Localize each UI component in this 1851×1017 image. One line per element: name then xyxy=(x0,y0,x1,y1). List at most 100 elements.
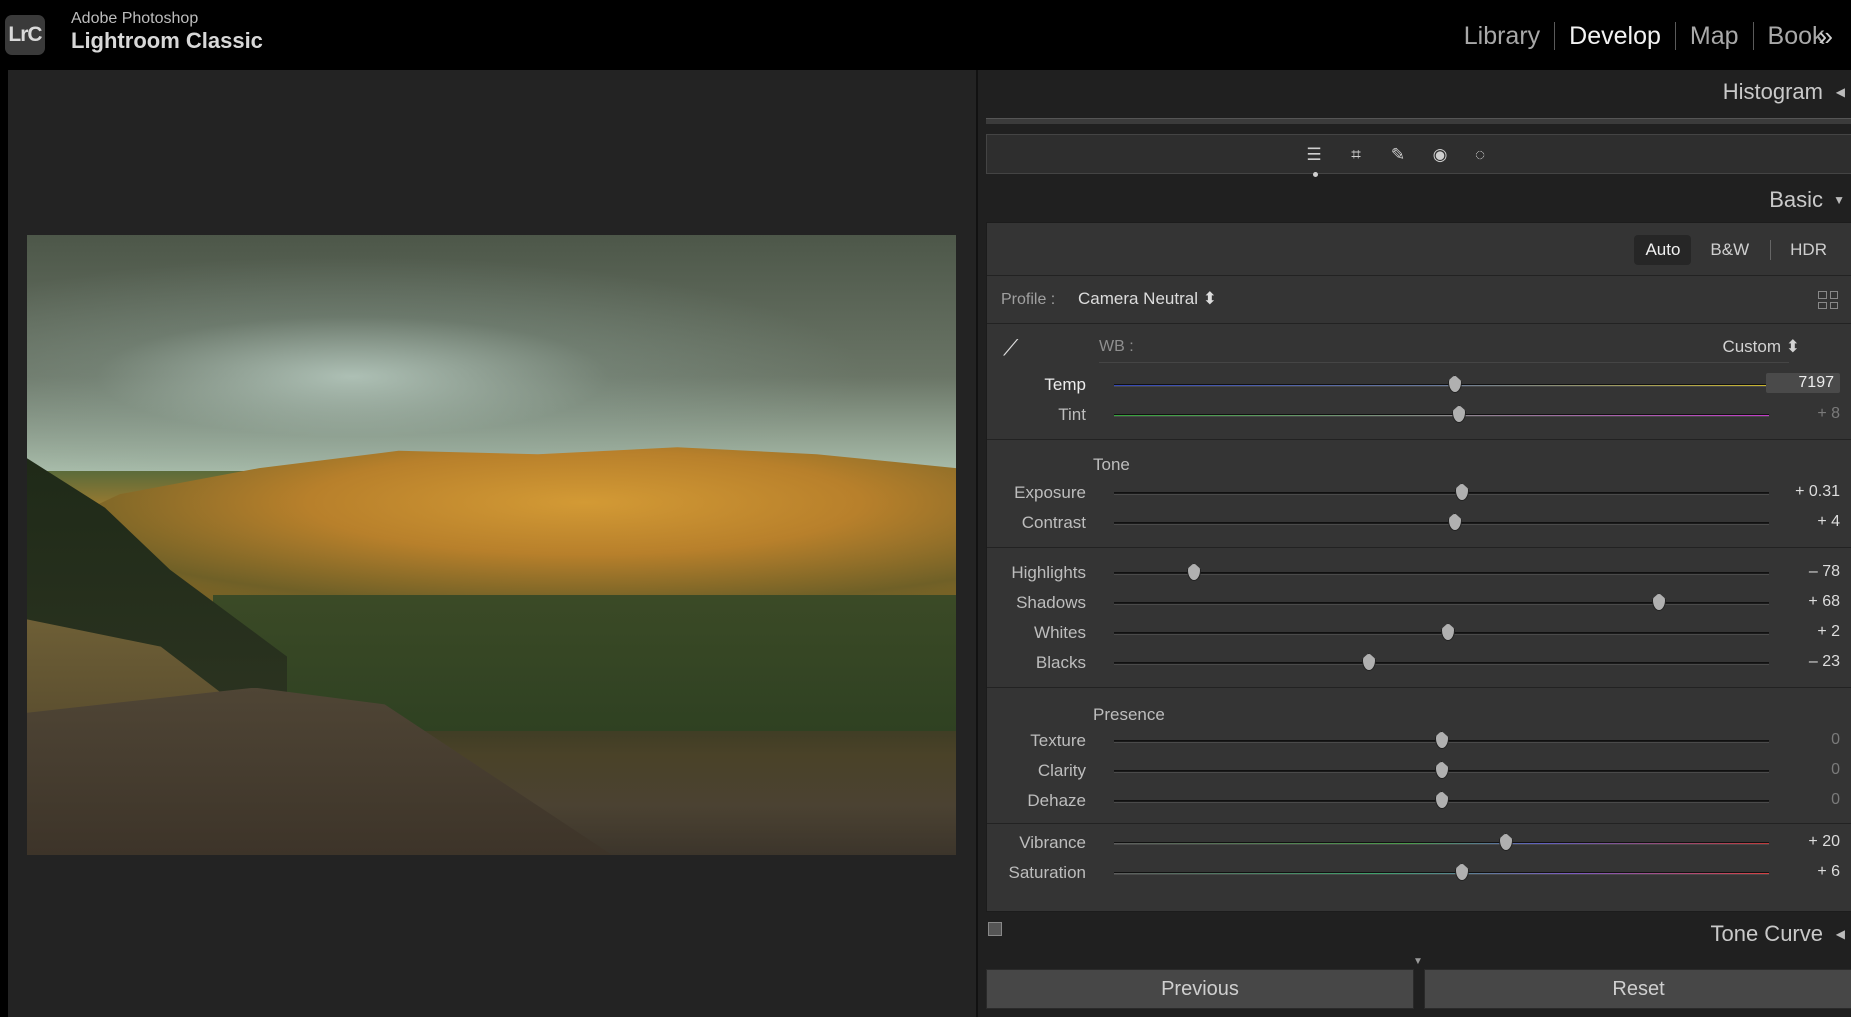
slider-label: Dehaze xyxy=(1027,791,1086,810)
slider-thumb[interactable] xyxy=(1434,761,1449,779)
module-develop[interactable]: Develop xyxy=(1555,22,1675,51)
slider-thumb[interactable] xyxy=(1186,563,1201,581)
dehaze-slider[interactable]: Dehaze 0 xyxy=(987,787,1851,815)
slider-label: Texture xyxy=(1030,731,1086,750)
slider-track[interactable] xyxy=(1114,414,1769,417)
eyedropper-icon[interactable]: ⟋ xyxy=(1003,335,1035,367)
redeye-icon[interactable]: ◉ xyxy=(1426,141,1454,169)
slider-value[interactable]: 0 xyxy=(1831,731,1840,749)
masking-icon[interactable]: ◌ xyxy=(1466,141,1494,169)
slider-thumb[interactable] xyxy=(1441,623,1456,641)
slider-value[interactable]: + 8 xyxy=(1817,405,1840,423)
tone-curve-header[interactable]: Tone Curve ◀ xyxy=(986,913,1851,955)
slider-track[interactable] xyxy=(1114,872,1769,875)
slider-thumb[interactable] xyxy=(1434,791,1449,809)
temp-slider[interactable]: Temp 7197 xyxy=(987,371,1851,399)
more-modules-icon[interactable]: » xyxy=(1819,21,1834,52)
auto-button[interactable]: Auto xyxy=(1634,235,1692,265)
slider-value[interactable]: + 2 xyxy=(1817,623,1840,641)
highlights-slider[interactable]: Highlights – 78 xyxy=(987,559,1851,587)
collapse-down-icon[interactable]: ▼ xyxy=(1833,193,1845,207)
divider xyxy=(987,323,1851,324)
reset-button[interactable]: Reset xyxy=(1424,969,1851,1009)
slider-label: Clarity xyxy=(1037,761,1086,780)
previous-button[interactable]: Previous xyxy=(986,969,1414,1009)
hdr-button[interactable]: HDR xyxy=(1779,235,1838,265)
divider xyxy=(987,547,1851,548)
brand-subtitle: Adobe Photoshop xyxy=(71,10,199,27)
histogram-area xyxy=(986,118,1851,124)
slider-track[interactable] xyxy=(1114,384,1769,387)
slider-label: Temp xyxy=(1044,375,1086,394)
clarity-slider[interactable]: Clarity 0 xyxy=(987,757,1851,785)
wb-select[interactable]: Custom ⬍ xyxy=(1722,337,1800,357)
active-tool-indicator xyxy=(1313,172,1318,177)
profile-select[interactable]: Camera Neutral ⬍ xyxy=(1078,289,1217,309)
photo-sky xyxy=(27,235,956,471)
slider-track[interactable] xyxy=(1114,492,1769,495)
contrast-slider[interactable]: Contrast + 4 xyxy=(987,509,1851,537)
treatment-buttons: Auto B&W HDR xyxy=(1626,235,1838,265)
slider-thumb[interactable] xyxy=(1447,375,1462,393)
tone-section-title: Tone xyxy=(1093,455,1130,474)
whites-slider[interactable]: Whites + 2 xyxy=(987,619,1851,647)
slider-value[interactable]: + 0.31 xyxy=(1795,483,1840,501)
slider-thumb[interactable] xyxy=(1361,653,1376,671)
basic-panel: Auto B&W HDR Profile : Camera Neutral ⬍ … xyxy=(986,222,1851,912)
collapse-left-icon[interactable]: ◀ xyxy=(1836,85,1845,99)
sliders-icon[interactable]: ☰ xyxy=(1300,141,1328,169)
slider-value[interactable]: 0 xyxy=(1831,791,1840,809)
tint-slider[interactable]: Tint + 8 xyxy=(987,401,1851,429)
slider-label: Vibrance xyxy=(1019,833,1086,852)
slider-value[interactable]: + 4 xyxy=(1817,513,1840,531)
slider-thumb[interactable] xyxy=(1454,863,1469,881)
slider-thumb[interactable] xyxy=(1454,483,1469,501)
slider-track[interactable] xyxy=(1114,662,1769,665)
divider xyxy=(987,823,1851,824)
basic-header[interactable]: Basic ▼ xyxy=(986,178,1851,222)
slider-label: Exposure xyxy=(1014,483,1086,502)
slider-value[interactable]: + 68 xyxy=(1808,593,1840,611)
slider-track[interactable] xyxy=(1114,842,1769,845)
slider-track[interactable] xyxy=(1114,572,1769,575)
histogram-header[interactable]: Histogram ◀ xyxy=(986,70,1851,114)
slider-track[interactable] xyxy=(1114,522,1769,525)
slider-value[interactable]: + 6 xyxy=(1817,863,1840,881)
right-panel: Histogram ◀ ☰ ⌗ ✎ ◉ ◌ Basic ▼ Auto B&W H… xyxy=(976,70,1851,1017)
saturation-slider[interactable]: Saturation + 6 xyxy=(987,859,1851,887)
app-logo: LrC xyxy=(5,15,45,55)
profile-browser-icon[interactable] xyxy=(1818,291,1838,309)
slider-value[interactable]: 0 xyxy=(1831,761,1840,779)
slider-thumb[interactable] xyxy=(1498,833,1513,851)
tone-curve-title: Tone Curve xyxy=(1710,921,1823,946)
slider-value[interactable]: – 78 xyxy=(1809,563,1840,581)
slider-label: Contrast xyxy=(1021,513,1086,532)
wb-label: WB : xyxy=(1099,338,1134,355)
histogram-title: Histogram xyxy=(1722,79,1823,104)
slider-thumb[interactable] xyxy=(1447,513,1462,531)
slider-value[interactable]: + 20 xyxy=(1808,833,1840,851)
vibrance-slider[interactable]: Vibrance + 20 xyxy=(987,829,1851,857)
landscape-photo[interactable] xyxy=(27,235,956,855)
bw-button[interactable]: B&W xyxy=(1699,235,1760,265)
top-bar: LrC Adobe Photoshop Lightroom Classic Li… xyxy=(0,0,1851,68)
shadows-slider[interactable]: Shadows + 68 xyxy=(987,589,1851,617)
crop-icon[interactable]: ⌗ xyxy=(1342,141,1370,169)
photo-viewer xyxy=(8,70,976,1017)
slider-value[interactable]: 7197 xyxy=(1766,373,1840,393)
module-map[interactable]: Map xyxy=(1676,22,1753,51)
divider xyxy=(987,275,1851,276)
exposure-slider[interactable]: Exposure + 0.31 xyxy=(987,479,1851,507)
collapse-left-icon[interactable]: ◀ xyxy=(1836,927,1845,941)
module-library[interactable]: Library xyxy=(1450,22,1554,51)
slider-track[interactable] xyxy=(1114,602,1769,605)
slider-value[interactable]: – 23 xyxy=(1809,653,1840,671)
healing-icon[interactable]: ✎ xyxy=(1384,141,1412,169)
blacks-slider[interactable]: Blacks – 23 xyxy=(987,649,1851,677)
slider-thumb[interactable] xyxy=(1434,731,1449,749)
texture-slider[interactable]: Texture 0 xyxy=(987,727,1851,755)
slider-thumb[interactable] xyxy=(1452,405,1467,423)
slider-thumb[interactable] xyxy=(1651,593,1666,611)
scroll-down-icon[interactable]: ▼ xyxy=(1413,956,1423,967)
slider-label: Shadows xyxy=(1016,593,1086,612)
